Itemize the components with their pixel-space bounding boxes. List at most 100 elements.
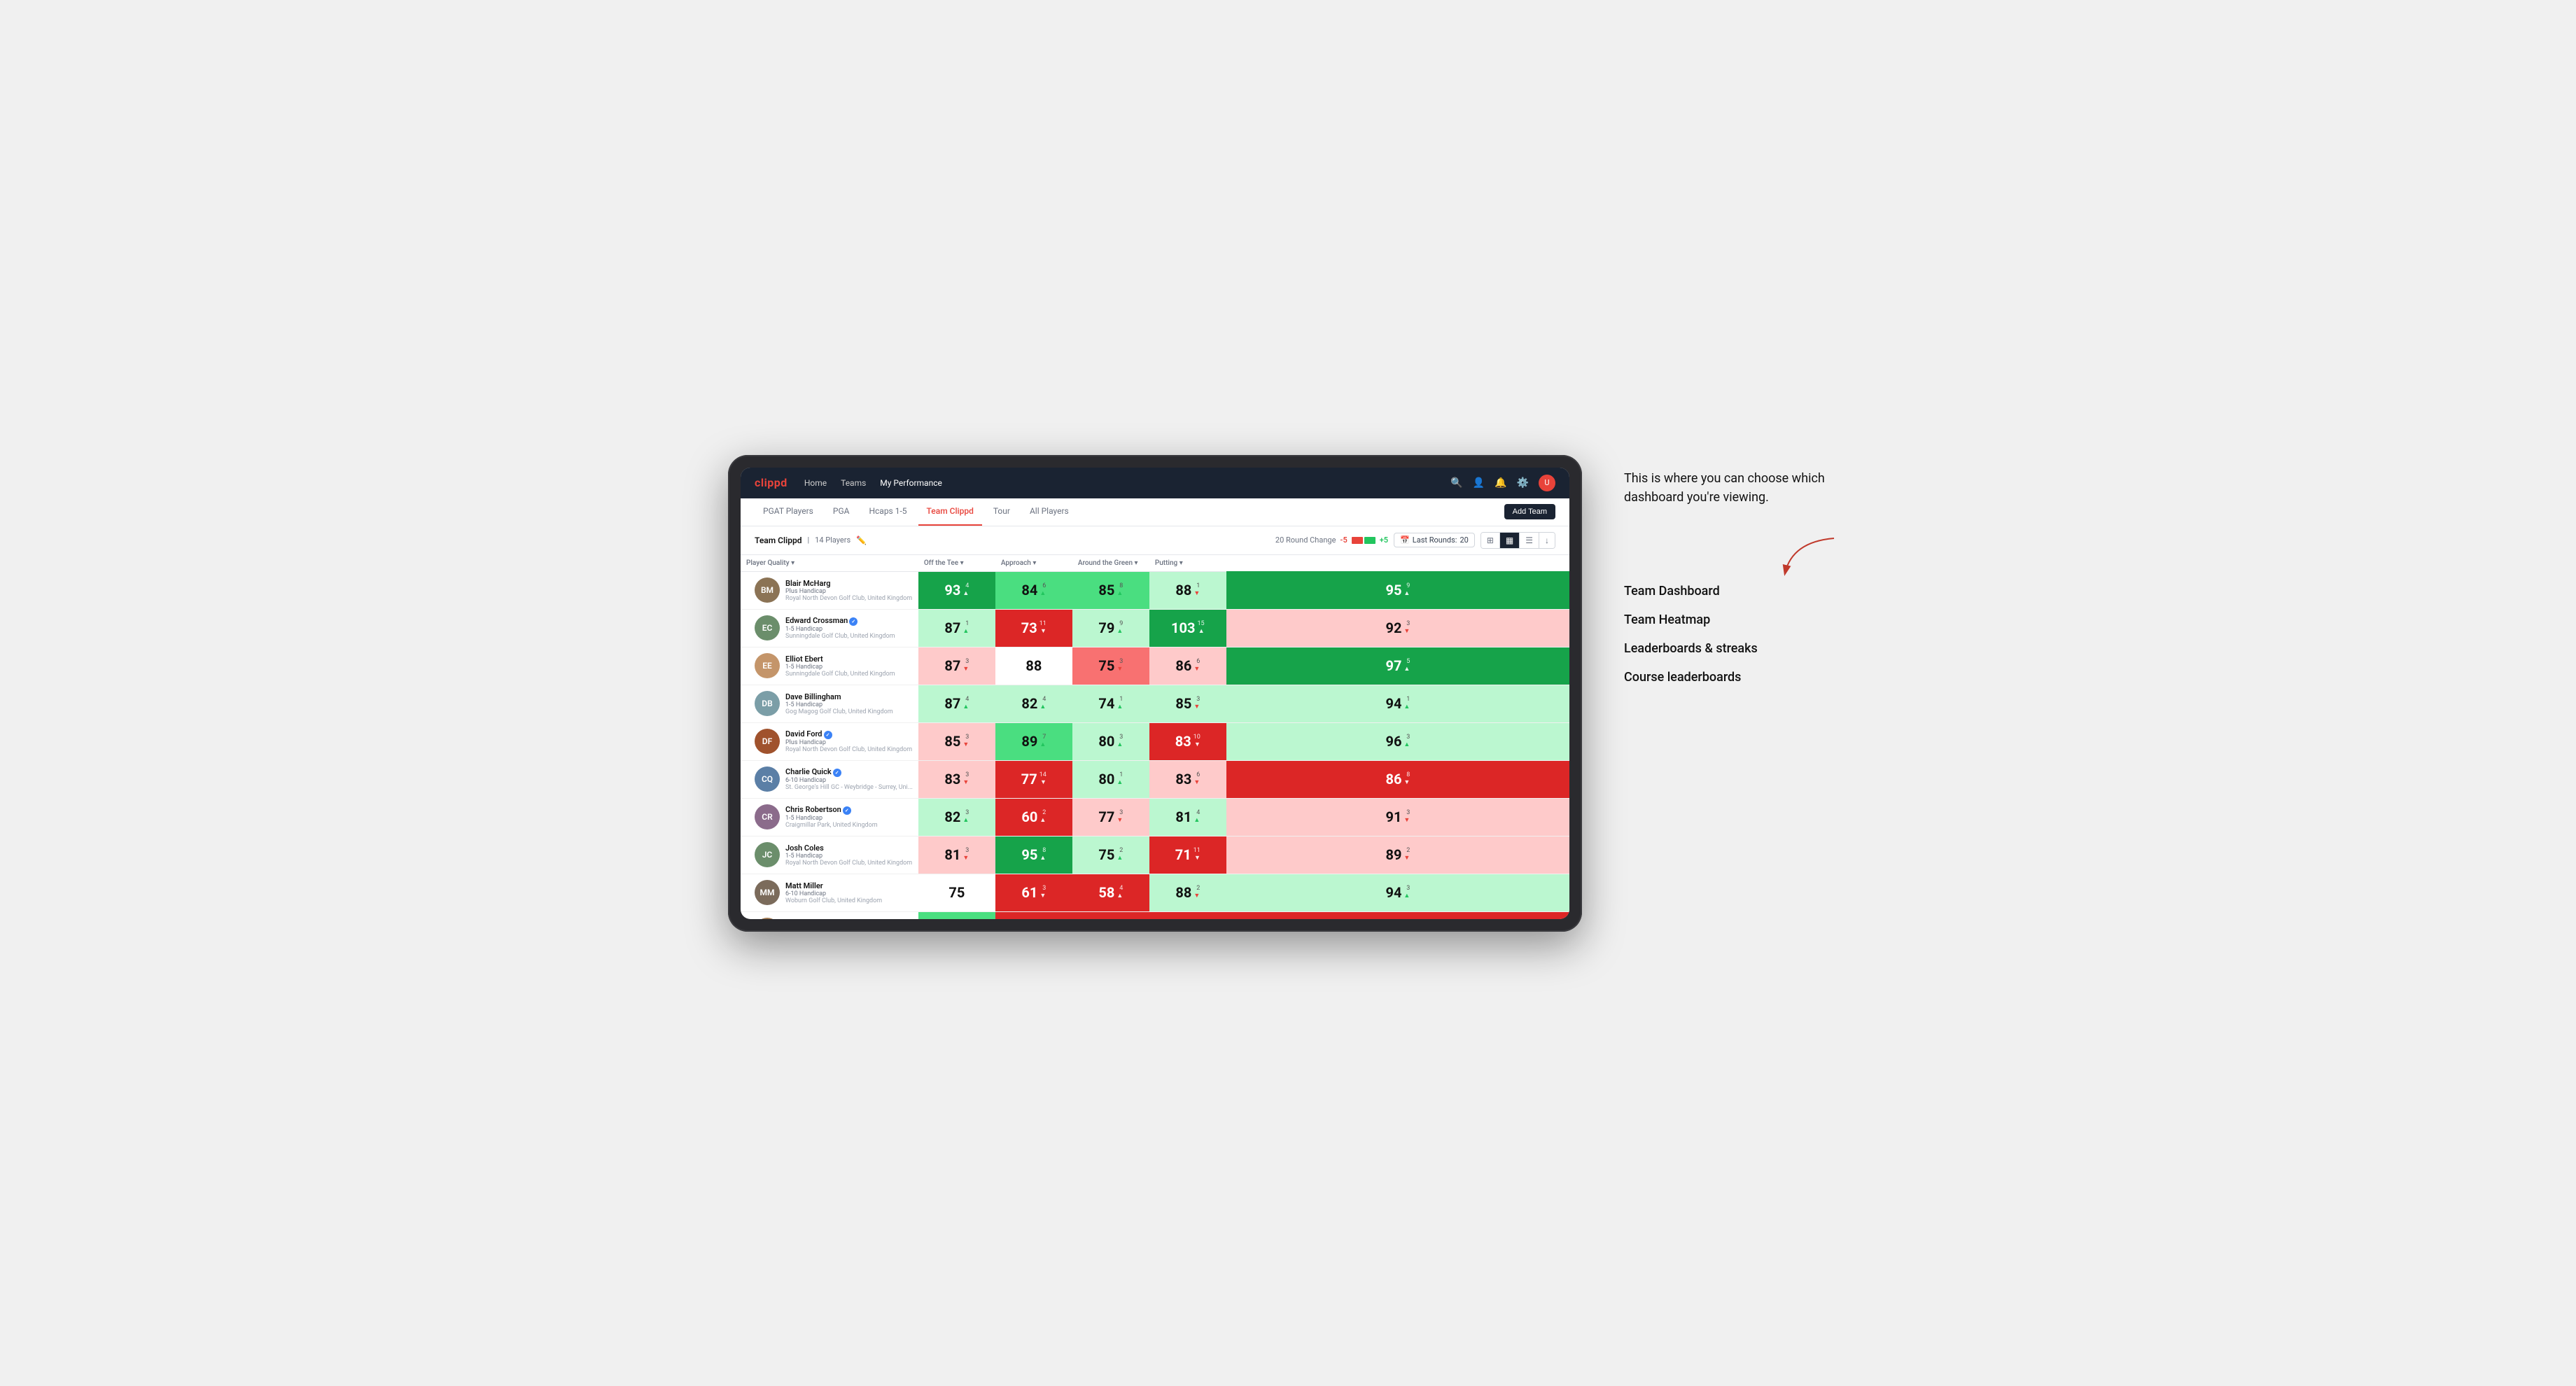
score-cell-6-1[interactable]: 60 2▲	[995, 798, 1072, 836]
view-heatmap-button[interactable]: ▦	[1500, 533, 1520, 548]
score-cell-7-4[interactable]: 89 2▼	[1226, 836, 1569, 874]
player-cell[interactable]: BM Blair McHarg Plus Handicap Royal Nort…	[741, 571, 918, 609]
subnav-allplayers[interactable]: All Players	[1021, 498, 1077, 526]
table-row: CQ Charlie Quick✓ 6-10 Handicap St. Geor…	[741, 760, 1569, 798]
score-cell-2-1[interactable]: 88	[995, 647, 1072, 685]
score-cell-8-2[interactable]: 58 4▲	[1072, 874, 1149, 911]
score-cell-6-0[interactable]: 82 3▲	[918, 798, 995, 836]
score-cell-9-1[interactable]: 60 1▼	[995, 911, 1072, 919]
score-cell-0-1[interactable]: 84 6▲	[995, 571, 1072, 609]
edit-icon[interactable]: ✏️	[856, 536, 867, 545]
score-cell-7-2[interactable]: 75 2▲	[1072, 836, 1149, 874]
score-cell-2-0[interactable]: 87 3▼	[918, 647, 995, 685]
score-cell-9-0[interactable]: 74 8▼	[918, 911, 995, 919]
col-header-aroundgreen[interactable]: Around the Green ▾	[1072, 555, 1149, 572]
view-grid-button[interactable]: ⊞	[1481, 533, 1500, 548]
score-cell-8-4[interactable]: 94 3▲	[1226, 874, 1569, 911]
score-value: 89	[1021, 733, 1037, 750]
player-cell[interactable]: JC Josh Coles 1-5 Handicap Royal North D…	[741, 836, 918, 874]
last-rounds-button[interactable]: 📅 Last Rounds: 20	[1394, 533, 1475, 547]
player-avatar: MM	[755, 880, 780, 905]
score-cell-3-2[interactable]: 74 1▲	[1072, 685, 1149, 722]
player-cell[interactable]: AN Aaron Nicholls 11-15 Handicap Drift G…	[741, 911, 918, 919]
score-cell-0-4[interactable]: 95 9▲	[1226, 571, 1569, 609]
score-cell-3-1[interactable]: 82 4▲	[995, 685, 1072, 722]
nav-link-teams[interactable]: Teams	[841, 475, 866, 491]
score-cell-8-1[interactable]: 61 3▼	[995, 874, 1072, 911]
subnav-hcaps[interactable]: Hcaps 1-5	[860, 498, 915, 526]
subnav-pga[interactable]: PGA	[825, 498, 858, 526]
score-cell-2-4[interactable]: 97 5▲	[1226, 647, 1569, 685]
score-cell-4-2[interactable]: 80 3▲	[1072, 722, 1149, 760]
score-value: 88	[1175, 884, 1191, 901]
score-cell-9-3[interactable]: 84 21▼	[1149, 911, 1226, 919]
search-icon[interactable]: 🔍	[1450, 477, 1462, 489]
score-cell-3-3[interactable]: 85 3▼	[1149, 685, 1226, 722]
col-header-putting[interactable]: Putting ▾	[1149, 555, 1226, 572]
subnav-tour[interactable]: Tour	[985, 498, 1018, 526]
score-cell-4-3[interactable]: 83 10▼	[1149, 722, 1226, 760]
score-cell-4-4[interactable]: 96 3▲	[1226, 722, 1569, 760]
col-header-approach[interactable]: Approach ▾	[995, 555, 1072, 572]
add-team-button[interactable]: Add Team	[1504, 504, 1555, 519]
score-cell-6-3[interactable]: 81 4▲	[1149, 798, 1226, 836]
score-cell-5-1[interactable]: 77 14▼	[995, 760, 1072, 798]
score-cell-1-1[interactable]: 73 11▼	[995, 609, 1072, 647]
player-cell[interactable]: DF David Ford✓ Plus Handicap Royal North…	[741, 722, 918, 760]
player-avatar: JC	[755, 842, 780, 867]
score-cell-5-0[interactable]: 83 3▼	[918, 760, 995, 798]
score-cell-5-4[interactable]: 86 8▼	[1226, 760, 1569, 798]
player-name: Josh Coles	[785, 844, 913, 853]
score-cell-7-0[interactable]: 81 3▼	[918, 836, 995, 874]
avatar[interactable]: U	[1539, 475, 1555, 491]
score-cell-1-0[interactable]: 87 1▲	[918, 609, 995, 647]
annotation-items: Team Dashboard Team Heatmap Leaderboards…	[1624, 584, 1848, 685]
score-cell-9-4[interactable]: 85 4▼	[1226, 911, 1569, 919]
table-row: DB Dave Billingham 1-5 Handicap Gog Mago…	[741, 685, 1569, 722]
score-cell-1-4[interactable]: 92 3▼	[1226, 609, 1569, 647]
player-handicap: 1-5 Handicap	[785, 664, 913, 671]
subnav-teamclippd[interactable]: Team Clippd	[918, 498, 982, 526]
player-cell[interactable]: CQ Charlie Quick✓ 6-10 Handicap St. Geor…	[741, 760, 918, 798]
score-cell-3-0[interactable]: 87 4▲	[918, 685, 995, 722]
score-cell-6-4[interactable]: 91 3▼	[1226, 798, 1569, 836]
score-cell-5-2[interactable]: 80 1▲	[1072, 760, 1149, 798]
view-export-button[interactable]: ↓	[1539, 533, 1555, 548]
settings-icon[interactable]: ⚙️	[1517, 477, 1529, 489]
view-list-button[interactable]: ☰	[1520, 533, 1539, 548]
bell-icon[interactable]: 🔔	[1494, 477, 1506, 489]
score-value: 79	[1098, 620, 1114, 636]
score-cell-8-0[interactable]: 75	[918, 874, 995, 911]
col-header-player[interactable]: Player Quality ▾	[741, 555, 918, 572]
score-cell-1-3[interactable]: 103 15▲	[1149, 609, 1226, 647]
score-value: 71	[1175, 846, 1191, 863]
score-cell-4-1[interactable]: 89 7▲	[995, 722, 1072, 760]
score-cell-7-1[interactable]: 95 8▲	[995, 836, 1072, 874]
nav-link-home[interactable]: Home	[804, 475, 827, 491]
player-cell[interactable]: DB Dave Billingham 1-5 Handicap Gog Mago…	[741, 685, 918, 722]
player-cell[interactable]: EE Elliot Ebert 1-5 Handicap Sunningdale…	[741, 647, 918, 685]
score-cell-0-2[interactable]: 85 8▲	[1072, 571, 1149, 609]
player-cell[interactable]: EC Edward Crossman✓ 1-5 Handicap Sunning…	[741, 609, 918, 647]
score-cell-4-0[interactable]: 85 3▼	[918, 722, 995, 760]
player-cell[interactable]: CR Chris Robertson✓ 1-5 Handicap Craigmi…	[741, 798, 918, 836]
score-cell-3-4[interactable]: 94 1▲	[1226, 685, 1569, 722]
score-value: 75	[1098, 846, 1114, 863]
score-cell-9-2[interactable]: 58 10▲	[1072, 911, 1149, 919]
score-cell-2-2[interactable]: 75 3▼	[1072, 647, 1149, 685]
score-cell-5-3[interactable]: 83 6▼	[1149, 760, 1226, 798]
user-icon[interactable]: 👤	[1473, 477, 1485, 489]
score-value: 87	[944, 657, 960, 674]
score-cell-0-3[interactable]: 88 1▼	[1149, 571, 1226, 609]
subnav-pgat[interactable]: PGAT Players	[755, 498, 822, 526]
score-cell-2-3[interactable]: 86 6▼	[1149, 647, 1226, 685]
nav-link-myperformance[interactable]: My Performance	[880, 475, 942, 491]
score-cell-8-3[interactable]: 88 2▼	[1149, 874, 1226, 911]
player-cell[interactable]: MM Matt Miller 6-10 Handicap Woburn Golf…	[741, 874, 918, 911]
col-header-offtee[interactable]: Off the Tee ▾	[918, 555, 995, 572]
score-cell-7-3[interactable]: 71 11▼	[1149, 836, 1226, 874]
score-cell-6-2[interactable]: 77 3▼	[1072, 798, 1149, 836]
score-cell-0-0[interactable]: 93 4▲	[918, 571, 995, 609]
player-name: Charlie Quick✓	[785, 767, 913, 777]
score-cell-1-2[interactable]: 79 9▲	[1072, 609, 1149, 647]
